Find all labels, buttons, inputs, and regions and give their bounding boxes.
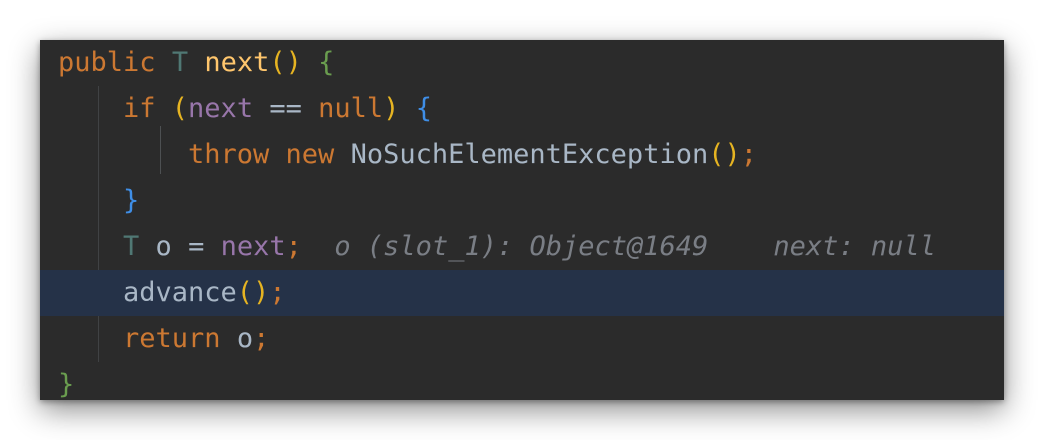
keyword-if: if (123, 93, 156, 124)
debugger-inline-value-next: next: null (773, 231, 936, 262)
code-line-5[interactable]: T o = next; o (slot_1): Object@1649 next… (40, 224, 1004, 270)
debugger-inline-value-o: o (slot_1): Object@1649 (334, 231, 709, 262)
field-next: next (188, 93, 254, 124)
field-next: next (220, 231, 286, 262)
if-brace-open: { (415, 93, 432, 124)
code-editor[interactable]: public T next() { if (next == null) { th… (40, 40, 1004, 400)
call-parens: () (236, 277, 270, 308)
semicolon: ; (285, 231, 302, 262)
code-line-2[interactable]: if (next == null) { (40, 86, 1004, 132)
code-line-6-current-execution[interactable]: advance(); (40, 270, 1004, 316)
method-name-next: next (204, 47, 270, 78)
type-parameter: T (171, 47, 189, 78)
constructor-parens: () (708, 139, 741, 170)
keyword-public: public (58, 47, 156, 78)
keyword-return: return (123, 323, 221, 354)
keyword-new: new (285, 139, 335, 170)
semicolon: ; (269, 277, 286, 308)
exception-class-name: NoSuchElementException (350, 139, 709, 170)
code-line-3[interactable]: throw new NoSuchElementException(); (40, 132, 1004, 178)
operator-equals: == (269, 93, 302, 124)
operator-assign: = (188, 231, 205, 262)
type-parameter: T (123, 231, 140, 262)
semicolon: ; (253, 323, 270, 354)
method-call-advance: advance (123, 277, 237, 308)
code-line-8[interactable]: } (40, 362, 1004, 400)
local-var-o: o (155, 231, 172, 262)
keyword-null: null (318, 93, 384, 124)
if-brace-close: } (123, 185, 140, 216)
if-paren-close: ) (383, 93, 400, 124)
if-paren-open: ( (171, 93, 189, 124)
keyword-throw: throw (188, 139, 270, 170)
code-line-4[interactable]: } (40, 178, 1004, 224)
local-var-o: o (236, 323, 254, 354)
method-brace-open: { (318, 47, 335, 78)
code-line-7[interactable]: return o; (40, 316, 1004, 362)
code-line-1[interactable]: public T next() { (40, 40, 1004, 86)
method-parens: () (269, 47, 302, 78)
semicolon: ; (740, 139, 757, 170)
method-brace-close: } (58, 369, 75, 400)
